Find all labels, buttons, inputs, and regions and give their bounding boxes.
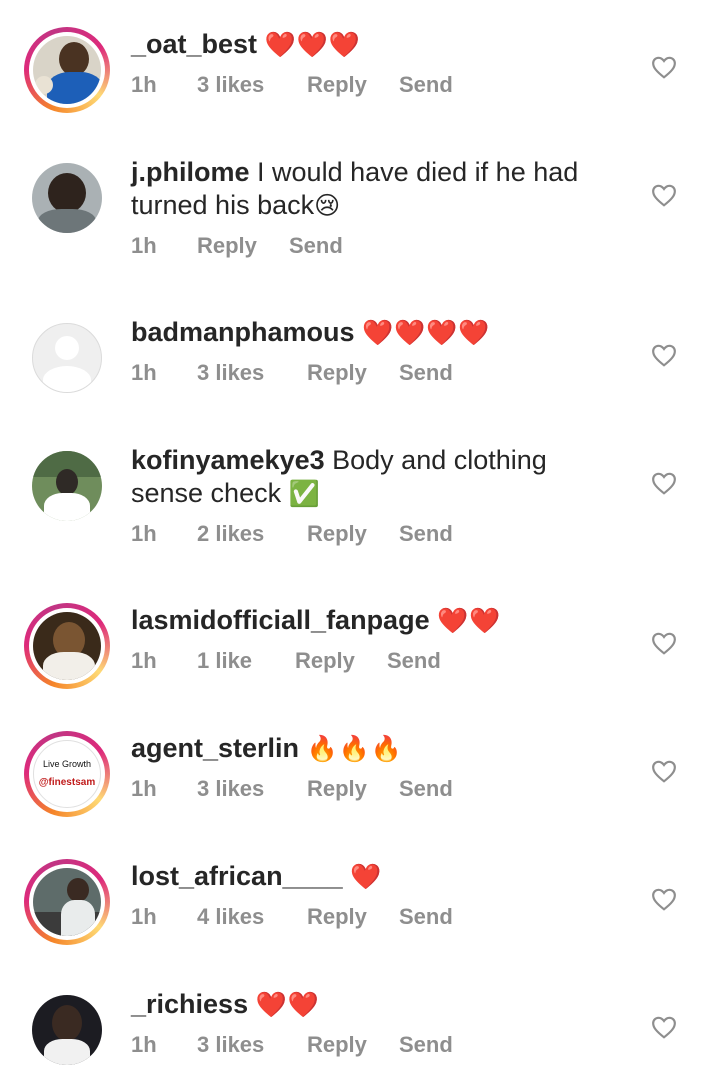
timestamp: 1h <box>131 904 157 929</box>
comment-text: badmanphamous ❤️❤️❤️❤️ <box>131 316 611 350</box>
emoji: 😢 <box>314 192 342 220</box>
reply-button[interactable]: Reply <box>307 72 399 98</box>
send-button[interactable]: Send <box>399 904 453 930</box>
comment-meta: 1h Reply Send <box>131 233 611 259</box>
avatar[interactable] <box>24 603 110 689</box>
timestamp: 1h <box>131 521 157 546</box>
avatar-caption: Live Growth <box>42 759 92 769</box>
like-heart-icon[interactable] <box>651 343 677 367</box>
avatar-handle: @finestsam <box>38 777 96 788</box>
reply-button[interactable]: Reply <box>307 360 399 386</box>
username-link[interactable]: kofinyamekye3 <box>131 445 325 475</box>
username-link[interactable]: _richiess <box>131 989 248 1019</box>
emoji: ❤️❤️ <box>255 991 320 1019</box>
like-heart-icon[interactable] <box>651 471 677 495</box>
username-link[interactable]: _oat_best <box>131 29 257 59</box>
like-heart-icon[interactable] <box>651 887 677 911</box>
send-button[interactable]: Send <box>387 648 441 674</box>
like-heart-icon[interactable] <box>651 55 677 79</box>
send-button[interactable]: Send <box>399 521 453 547</box>
comment-meta: 1h 3 likes Reply Send <box>131 72 611 98</box>
likes-count[interactable]: 2 likes <box>197 521 307 547</box>
avatar[interactable] <box>24 27 110 113</box>
comment-meta: 1h 3 likes Reply Send <box>131 776 611 802</box>
likes-count[interactable]: 3 likes <box>197 1032 307 1058</box>
send-button[interactable]: Send <box>289 233 343 259</box>
send-button[interactable]: Send <box>399 72 453 98</box>
username-link[interactable]: j.philome <box>131 157 250 187</box>
emoji: ✅ <box>288 480 321 508</box>
emoji: ❤️ <box>350 863 383 891</box>
emoji: 🔥🔥🔥 <box>306 735 403 763</box>
comment-meta: 1h 3 likes Reply Send <box>131 360 611 386</box>
username-link[interactable]: lasmidofficiall_fanpage <box>131 605 430 635</box>
reply-button[interactable]: Reply <box>307 776 399 802</box>
timestamp: 1h <box>131 72 157 97</box>
emoji: ❤️❤️❤️❤️ <box>362 319 491 347</box>
send-button[interactable]: Send <box>399 776 453 802</box>
like-heart-icon[interactable] <box>651 759 677 783</box>
likes-count[interactable]: 4 likes <box>197 904 307 930</box>
likes-count[interactable]: 3 likes <box>197 72 307 98</box>
avatar[interactable]: Live Growth @finestsam <box>24 731 110 817</box>
reply-button[interactable]: Reply <box>307 521 399 547</box>
comment-text: _richiess ❤️❤️ <box>131 988 611 1022</box>
reply-button[interactable]: Reply <box>307 904 399 930</box>
like-heart-icon[interactable] <box>651 1015 677 1039</box>
likes-count[interactable]: 1 like <box>197 648 295 674</box>
avatar[interactable] <box>24 859 110 945</box>
reply-button[interactable]: Reply <box>197 233 289 259</box>
emoji: ❤️❤️ <box>437 607 502 635</box>
comment-meta: 1h 2 likes Reply Send <box>131 521 611 547</box>
like-heart-icon[interactable] <box>651 183 677 207</box>
comment-meta: 1h 1 like Reply Send <box>131 648 611 674</box>
comment-text: lost_african____ ❤️ <box>131 860 611 894</box>
username-link[interactable]: agent_sterlin <box>131 733 299 763</box>
avatar[interactable] <box>24 155 110 241</box>
likes-count[interactable]: 3 likes <box>197 360 307 386</box>
username-link[interactable]: lost_african____ <box>131 861 343 891</box>
timestamp: 1h <box>131 648 157 673</box>
comment-text: _oat_best ❤️❤️❤️ <box>131 28 611 62</box>
like-heart-icon[interactable] <box>651 631 677 655</box>
avatar[interactable] <box>24 443 110 529</box>
reply-button[interactable]: Reply <box>307 1032 399 1058</box>
timestamp: 1h <box>131 1032 157 1057</box>
send-button[interactable]: Send <box>399 1032 453 1058</box>
emoji: ❤️❤️❤️ <box>264 31 361 59</box>
timestamp: 1h <box>131 233 157 258</box>
username-link[interactable]: badmanphamous <box>131 317 355 347</box>
comment-text: agent_sterlin 🔥🔥🔥 <box>131 732 611 766</box>
timestamp: 1h <box>131 776 157 801</box>
comment-text: kofinyamekye3 Body and clothing sense ch… <box>131 444 611 511</box>
comment-meta: 1h 3 likes Reply Send <box>131 1032 611 1058</box>
reply-button[interactable]: Reply <box>295 648 387 674</box>
avatar[interactable] <box>24 315 110 401</box>
send-button[interactable]: Send <box>399 360 453 386</box>
comment-text: j.philome I would have died if he had tu… <box>131 156 611 223</box>
comment-text: lasmidofficiall_fanpage ❤️❤️ <box>131 604 611 638</box>
likes-count[interactable]: 3 likes <box>197 776 307 802</box>
avatar[interactable] <box>24 987 110 1073</box>
timestamp: 1h <box>131 360 157 385</box>
comment-meta: 1h 4 likes Reply Send <box>131 904 611 930</box>
